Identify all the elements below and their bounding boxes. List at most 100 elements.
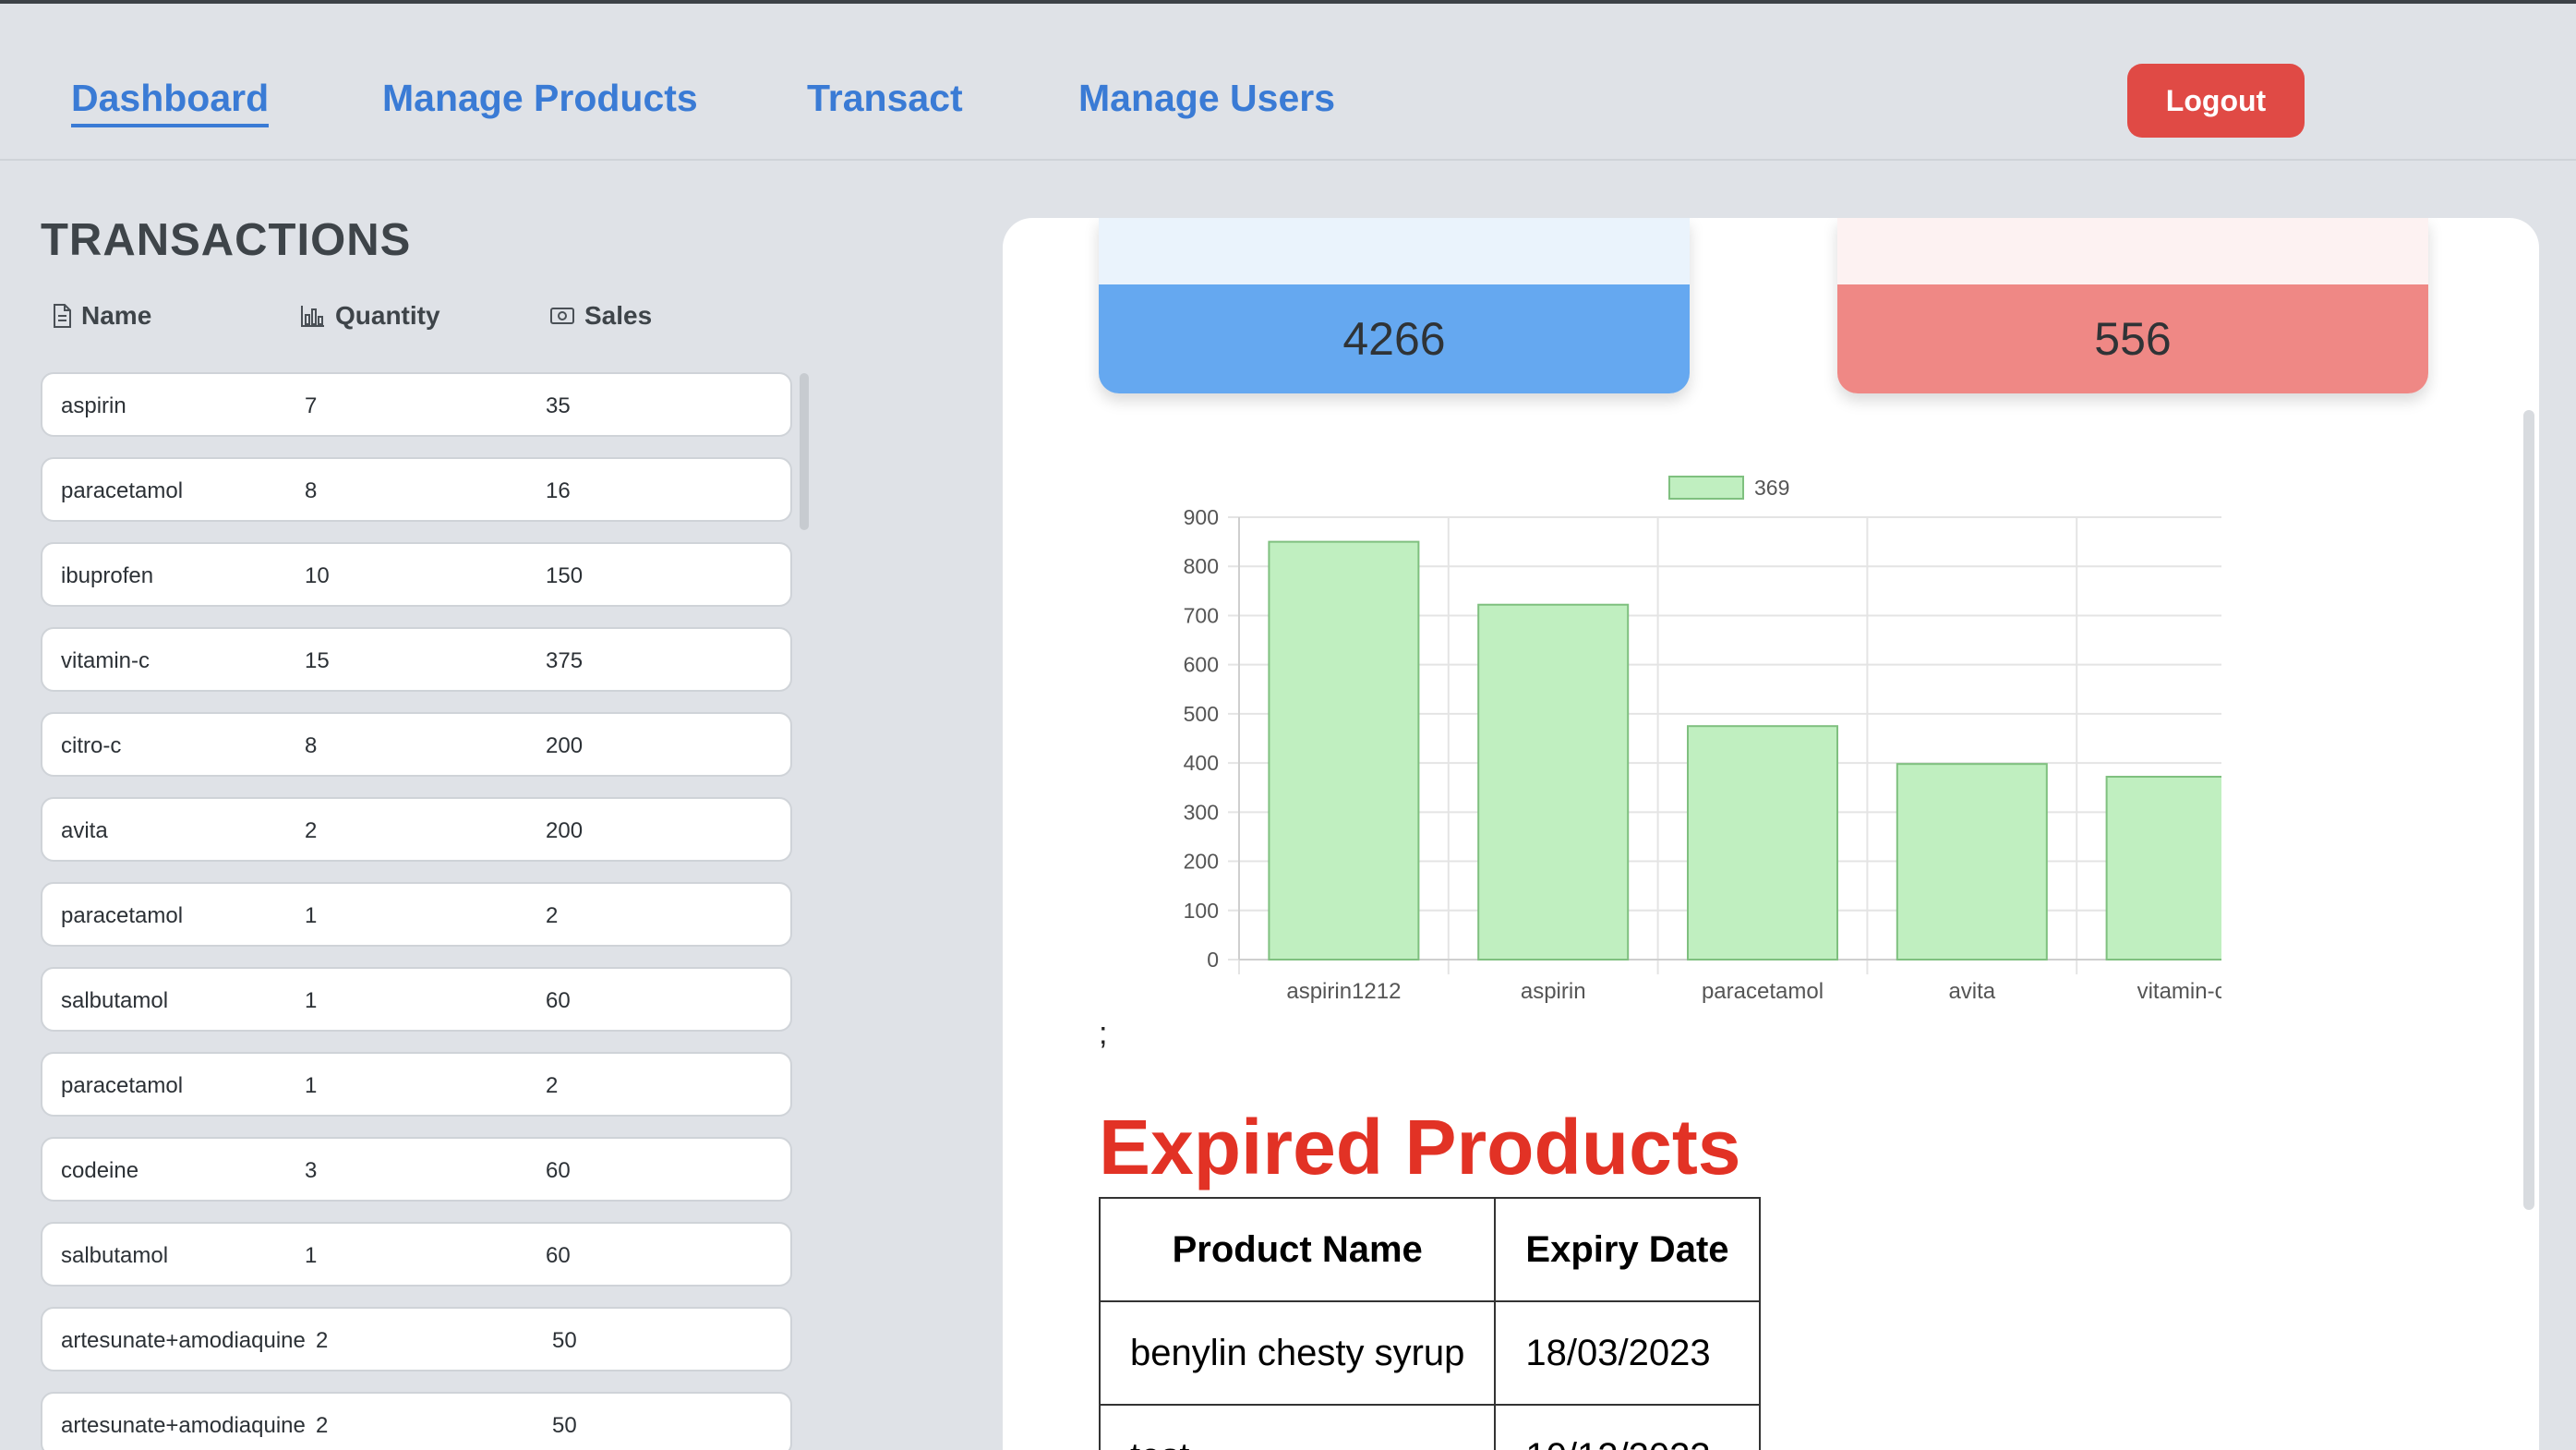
header-expiry-date: Expiry Date	[1494, 1197, 1761, 1302]
transaction-quantity: 2	[316, 1328, 329, 1353]
transaction-name: salbutamol	[61, 988, 169, 1013]
bar-avita	[1896, 763, 2048, 961]
transaction-sales: 200	[546, 733, 584, 758]
transaction-name: paracetamol	[61, 478, 184, 503]
transaction-quantity: 8	[305, 478, 318, 503]
x-tick-label: vitamin-c	[2137, 979, 2221, 1004]
transaction-quantity: 1	[305, 903, 318, 928]
column-header-quantity[interactable]: Quantity	[300, 301, 440, 331]
y-tick-label: 200	[1184, 850, 1219, 874]
bar-aspirin	[1477, 603, 1630, 961]
y-tick-label: 400	[1184, 751, 1219, 775]
expiry-date-cell: 18/03/2023	[1494, 1300, 1761, 1406]
bar-vitamin-c	[2105, 776, 2221, 961]
nav-dashboard[interactable]: Dashboard	[71, 76, 270, 127]
transaction-row[interactable]: aspirin 7 35	[41, 372, 792, 437]
expiry-date-cell: 10/12/2023	[1494, 1404, 1761, 1450]
transaction-sales: 150	[546, 563, 584, 588]
transaction-row[interactable]: citro-c 8 200	[41, 712, 792, 777]
transaction-quantity: 15	[305, 648, 330, 673]
transaction-name: ibuprofen	[61, 563, 154, 588]
x-tick-label: avita	[1948, 979, 1995, 1004]
logout-button[interactable]: Logout	[2127, 64, 2305, 138]
y-tick-label: 0	[1207, 948, 1219, 972]
table-row: benylin chesty syrup 18/03/2023	[1098, 1300, 1761, 1406]
y-tick-label: 900	[1184, 505, 1219, 529]
stat-card-second: 556	[1837, 218, 2428, 393]
transaction-sales: 16	[546, 478, 571, 503]
column-header-quantity-label: Quantity	[335, 301, 440, 330]
transaction-name: salbutamol	[61, 1243, 169, 1268]
y-tick-label: 500	[1184, 702, 1219, 726]
cash-icon	[550, 308, 574, 324]
transaction-row[interactable]: vitamin-c 15 375	[41, 627, 792, 692]
transactions-scrollbar[interactable]	[800, 373, 809, 530]
x-tick-label: aspirin	[1521, 979, 1586, 1004]
transaction-name: vitamin-c	[61, 648, 150, 673]
y-tick-label: 700	[1184, 603, 1219, 627]
y-tick-label: 300	[1184, 800, 1219, 824]
transactions-list[interactable]: aspirin 7 35 paracetamol 8 16 ibuprofen 10 150 vi…	[41, 372, 798, 1450]
nav-transact[interactable]: Transact	[807, 76, 963, 120]
transaction-sales: 50	[552, 1413, 577, 1438]
transaction-quantity: 2	[305, 818, 318, 843]
sales-bar-chart: 0 100 200 300 400 500 600 700 800 900 aspirin1212 a…	[1184, 476, 2221, 1004]
transaction-row[interactable]: codeine 3 60	[41, 1137, 792, 1202]
transaction-quantity: 7	[305, 393, 318, 418]
transaction-name: citro-c	[61, 733, 122, 758]
transaction-name: artesunate+amodiaquine	[61, 1328, 306, 1353]
header-product-name: Product Name	[1098, 1197, 1497, 1302]
dashboard-card: 4266 556 0 100 200 300 400 500 600 700 800 900 asp…	[1003, 218, 2539, 1450]
nav-manage-users[interactable]: Manage Users	[1078, 76, 1335, 120]
legend-label: 369	[1754, 476, 1789, 500]
table-row: test 10/12/2023	[1098, 1404, 1761, 1450]
column-header-name-label: Name	[81, 301, 152, 330]
transaction-name: codeine	[61, 1158, 139, 1183]
transaction-name: aspirin	[61, 393, 126, 418]
card-scrollbar[interactable]	[2523, 410, 2534, 1210]
column-header-sales[interactable]: Sales	[549, 301, 652, 331]
transaction-row[interactable]: ibuprofen 10 150	[41, 542, 792, 607]
transaction-name: avita	[61, 818, 108, 843]
transaction-row[interactable]: paracetamol 8 16	[41, 457, 792, 522]
nav-manage-products[interactable]: Manage Products	[382, 76, 698, 120]
transaction-sales: 375	[546, 648, 584, 673]
x-tick-label: paracetamol	[1702, 979, 1824, 1004]
transaction-sales: 60	[546, 988, 571, 1013]
product-name-cell: test	[1098, 1404, 1497, 1450]
transaction-name: paracetamol	[61, 903, 184, 928]
transaction-sales: 50	[552, 1328, 577, 1353]
transaction-row[interactable]: artesunate+amodiaquine 2 50	[41, 1307, 792, 1371]
y-tick-label: 800	[1184, 554, 1219, 578]
document-icon	[54, 304, 71, 328]
transaction-sales: 2	[546, 1073, 559, 1098]
transaction-row[interactable]: artesunate+amodiaquine 2 50	[41, 1392, 792, 1450]
transaction-sales: 200	[546, 818, 584, 843]
stat-card-header	[1099, 218, 1690, 284]
product-name-cell: benylin chesty syrup	[1098, 1300, 1497, 1406]
stat-card-header	[1837, 218, 2428, 284]
column-header-name[interactable]: Name	[52, 301, 151, 331]
bar-paracetamol	[1687, 725, 1838, 961]
column-header-sales-label: Sales	[584, 301, 653, 330]
transaction-name: paracetamol	[61, 1073, 184, 1098]
y-tick-label: 100	[1184, 899, 1219, 923]
transaction-sales: 60	[546, 1243, 571, 1268]
expired-products-table: Product Name Expiry Date benylin chesty …	[1098, 1197, 1761, 1450]
stat-value: 4266	[1099, 284, 1690, 393]
transaction-row[interactable]: salbutamol 1 60	[41, 967, 792, 1032]
bar-aspirin1212	[1268, 540, 1420, 961]
transaction-quantity: 10	[305, 563, 330, 588]
transaction-sales: 35	[546, 393, 571, 418]
transaction-row[interactable]: salbutamol 1 60	[41, 1222, 792, 1287]
transaction-quantity: 1	[305, 988, 318, 1013]
transaction-quantity: 1	[305, 1243, 318, 1268]
transaction-row[interactable]: avita 2 200	[41, 797, 792, 862]
transaction-row[interactable]: paracetamol 1 2	[41, 1052, 792, 1117]
top-navbar: Dashboard Manage Products Transact Manag…	[0, 4, 2576, 161]
transaction-quantity: 1	[305, 1073, 318, 1098]
transaction-row[interactable]: paracetamol 1 2	[41, 882, 792, 947]
y-tick-label: 600	[1184, 653, 1219, 677]
transaction-quantity: 8	[305, 733, 318, 758]
bar-chart-icon	[301, 306, 324, 327]
